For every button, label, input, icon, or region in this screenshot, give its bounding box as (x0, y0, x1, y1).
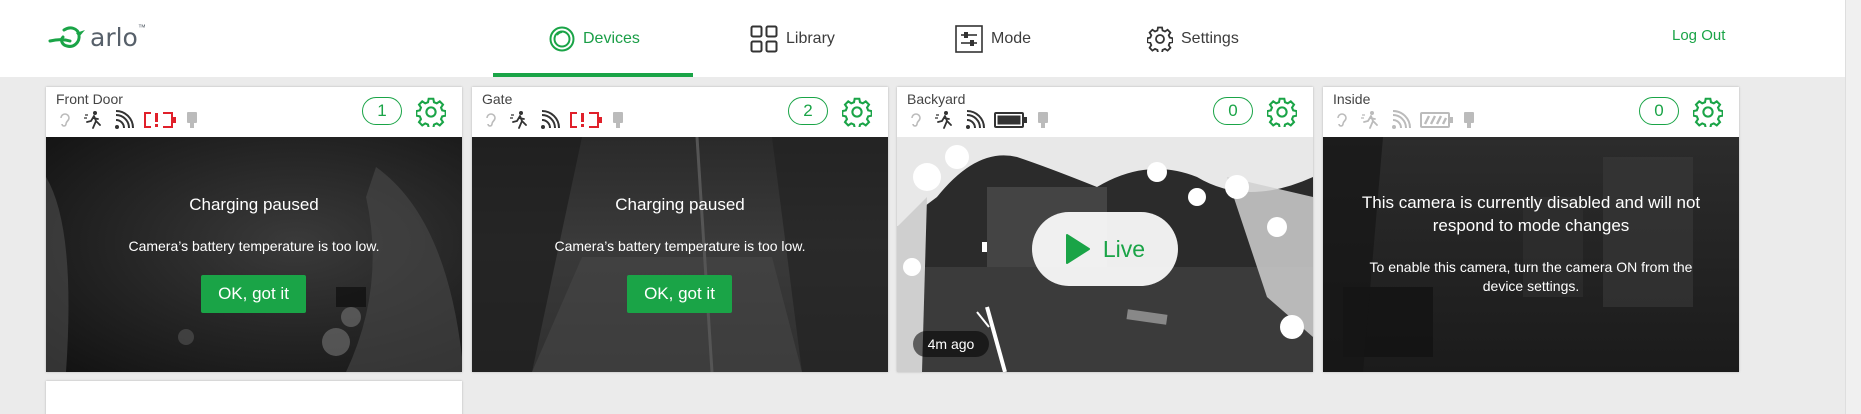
signal-icon (965, 109, 985, 135)
charging-paused-title: Charging paused (615, 195, 745, 214)
camera-snapshot (472, 137, 888, 372)
event-count-badge[interactable]: 0 (1213, 97, 1253, 125)
nav-library[interactable]: Library (750, 0, 835, 77)
motion-icon (934, 110, 956, 135)
camera-settings-button[interactable] (1266, 97, 1298, 132)
status-icons (56, 109, 198, 135)
camera-name: Front Door (56, 91, 123, 107)
play-icon (1065, 234, 1090, 264)
charging-paused-message: Camera’s battery temperature is too low. (128, 238, 380, 254)
last-update-timestamp: 4m ago (913, 331, 989, 357)
event-count-badge[interactable]: 0 (1639, 97, 1679, 125)
camera-name: Gate (482, 91, 513, 107)
battery-full-icon (994, 111, 1028, 134)
power-icon (1463, 111, 1475, 134)
camera-feed[interactable]: Charging paused Camera’s battery tempera… (46, 137, 462, 372)
camera-card-header: Gate 2 (472, 87, 888, 137)
charging-paused-title: Charging paused (189, 195, 319, 214)
camera-card-placeholder (46, 381, 462, 414)
vertical-scrollbar[interactable] (1845, 0, 1861, 414)
camera-feed[interactable]: This camera is currently disabled and wi… (1323, 137, 1739, 372)
camera-feed[interactable]: Charging paused Camera’s battery tempera… (472, 137, 888, 372)
signal-icon (540, 109, 560, 135)
signal-icon (1391, 109, 1411, 135)
motion-icon (83, 110, 105, 135)
camera-disabled-title: This camera is currently disabled and wi… (1361, 193, 1701, 235)
event-count-badge[interactable]: 1 (362, 97, 402, 125)
logout-link[interactable]: Log Out (1672, 27, 1725, 44)
live-view-button[interactable]: Live (1032, 212, 1178, 286)
camera-snapshot (1323, 137, 1739, 372)
audio-icon (1333, 111, 1351, 134)
nav-devices[interactable]: Devices (493, 0, 693, 77)
camera-card-inside: Inside 0 This camera is currently disabl… (1323, 87, 1739, 372)
camera-settings-button[interactable] (415, 97, 447, 132)
camera-disabled-message: To enable this camera, turn the camera O… (1369, 259, 1693, 294)
battery-icon (1420, 111, 1454, 134)
logo-trademark: ™ (137, 22, 146, 32)
battery-alert-icon (143, 111, 177, 134)
live-label: Live (1102, 235, 1146, 262)
audio-icon (56, 111, 74, 134)
top-header: arlo ™ Devices Library Mode Settings Log… (0, 0, 1845, 77)
devices-icon (549, 26, 575, 51)
camera-name: Inside (1333, 91, 1371, 107)
ok-got-it-button[interactable]: OK, got it (201, 275, 306, 313)
status-icons (907, 109, 1049, 135)
ok-got-it-button[interactable]: OK, got it (627, 275, 732, 313)
status-icons (482, 109, 624, 135)
gear-icon (1692, 97, 1724, 130)
power-icon (1037, 111, 1049, 134)
charging-paused-message: Camera’s battery temperature is too low. (554, 238, 806, 254)
camera-name: Backyard (907, 91, 966, 107)
nav-settings[interactable]: Settings (1147, 0, 1239, 77)
status-icons (1333, 109, 1475, 135)
signal-icon (114, 109, 134, 135)
logo-text: arlo (90, 22, 138, 52)
camera-card-header: Inside 0 (1323, 87, 1739, 137)
battery-alert-icon (569, 111, 603, 134)
camera-card-front-door: Front Door 1 Charging paused Camera’s ba… (46, 87, 462, 372)
nav-mode[interactable]: Mode (955, 0, 1031, 77)
camera-snapshot (46, 137, 462, 372)
nav-library-label: Library (786, 29, 835, 47)
camera-settings-button[interactable] (841, 97, 873, 132)
library-grid-icon (750, 25, 778, 52)
settings-gear-icon (1147, 26, 1173, 52)
audio-icon (482, 111, 500, 134)
arlo-bird-icon (48, 26, 85, 48)
camera-card-header: Backyard 0 (897, 87, 1313, 137)
camera-card-backyard: Backyard 0 Live 4m ago (897, 87, 1313, 372)
camera-settings-button[interactable] (1692, 97, 1724, 132)
gear-icon (841, 97, 873, 130)
gear-icon (415, 97, 447, 130)
nav-mode-label: Mode (991, 29, 1032, 47)
nav-settings-label: Settings (1181, 29, 1239, 47)
mode-sliders-icon (955, 24, 983, 53)
camera-card-gate: Gate 2 Charging paused Camera’s battery … (472, 87, 888, 372)
gear-icon (1266, 97, 1298, 130)
camera-card-header: Front Door 1 (46, 87, 462, 137)
power-icon (186, 111, 198, 134)
nav-devices-label: Devices (583, 29, 640, 47)
event-count-badge[interactable]: 2 (788, 97, 828, 125)
camera-feed[interactable]: Live 4m ago (897, 137, 1313, 372)
audio-icon (907, 111, 925, 134)
power-icon (612, 111, 624, 134)
motion-icon (509, 110, 531, 135)
motion-icon (1360, 110, 1382, 135)
arlo-logo[interactable]: arlo ™ (48, 22, 146, 56)
